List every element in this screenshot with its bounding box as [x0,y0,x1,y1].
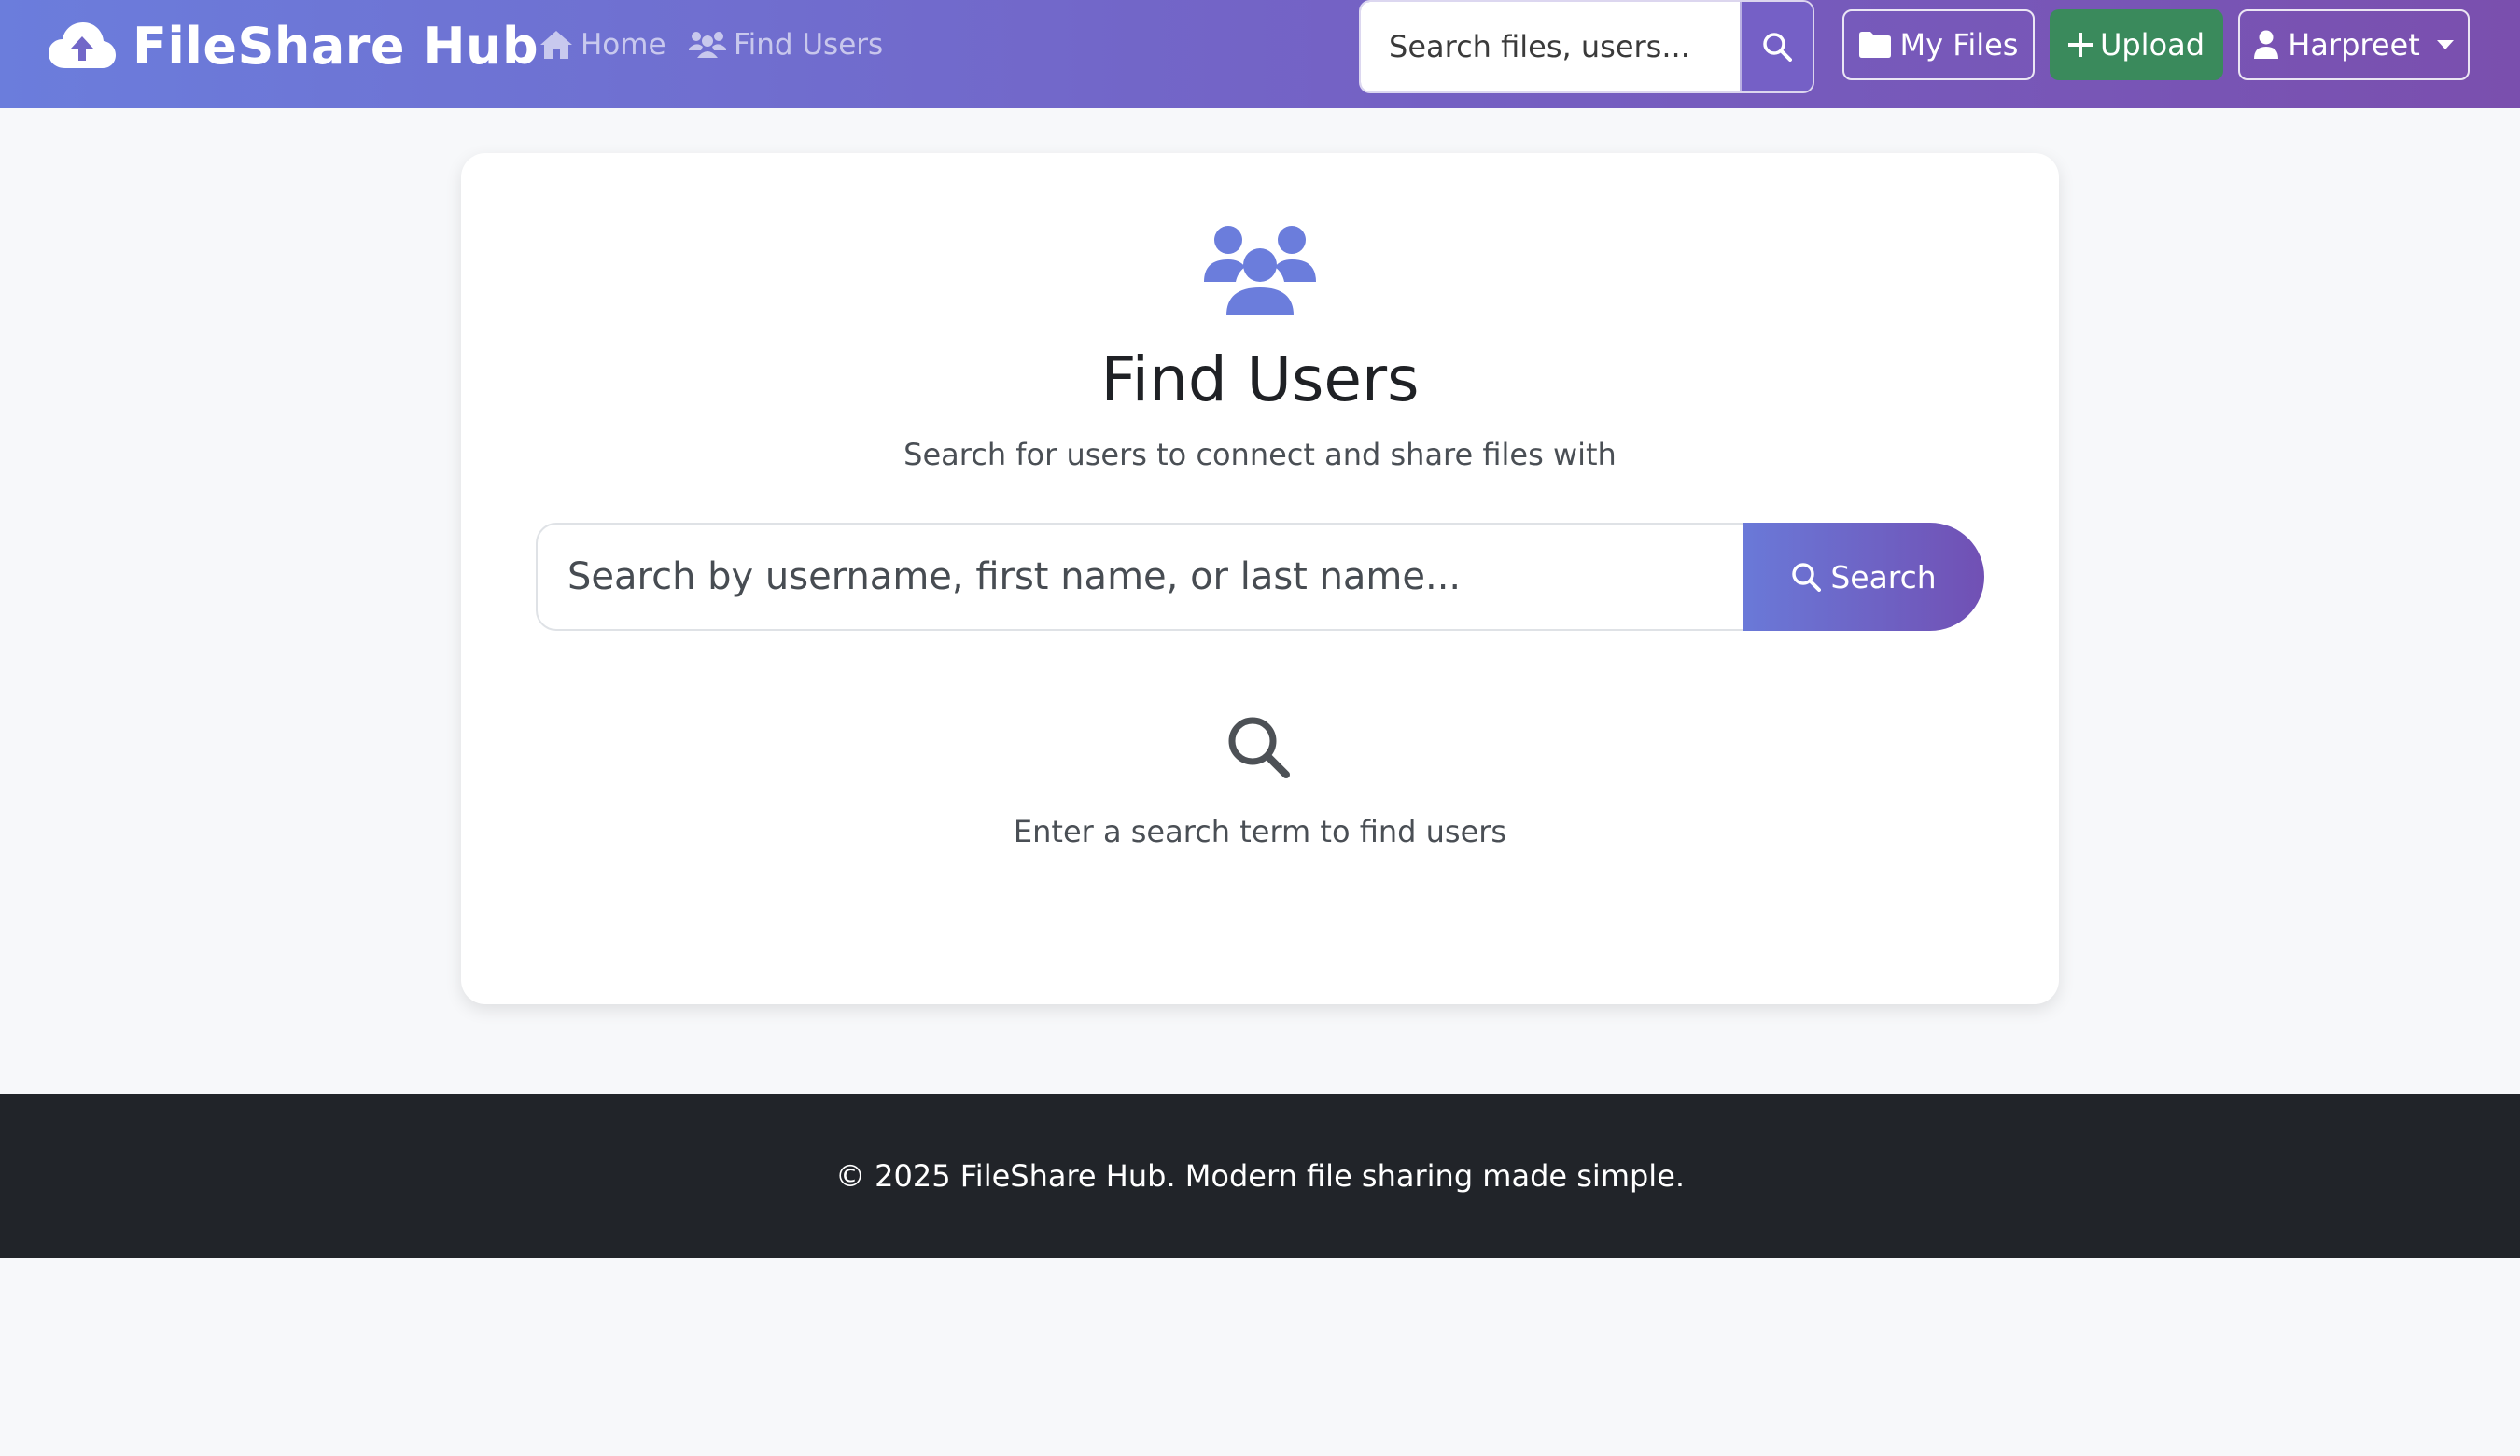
cloud-upload-icon [49,22,116,68]
nav-link-home[interactable]: Home [539,19,666,71]
upload-label: Upload [2099,27,2205,63]
footer: © 2025 FileShare Hub. Modern file sharin… [0,1094,2520,1258]
my-files-label: My Files [1899,27,2019,63]
footer-text: © 2025 FileShare Hub. Modern file sharin… [834,1158,1686,1194]
upload-button[interactable]: Upload [2050,9,2223,80]
empty-state-text: Enter a search term to find users [1013,814,1507,849]
navbar-search-button[interactable] [1740,2,1813,91]
user-search-button-label: Search [1830,558,1937,595]
users-group-icon [1204,226,1316,315]
nav-link-find-users[interactable]: Find Users [689,19,883,71]
search-icon [1792,563,1822,592]
user-search-form: Search [536,523,1984,631]
navbar-search-input[interactable] [1361,2,1740,91]
users-icon [689,32,726,58]
brand-title: FileShare Hub [133,16,539,76]
plus-icon [2067,33,2093,57]
nav-link-home-label: Home [581,28,666,62]
magnifier-icon [1228,717,1290,778]
folder-icon [1858,32,1891,58]
user-menu-button[interactable]: Harpreet [2238,9,2470,80]
page-subtitle: Search for users to connect and share fi… [903,437,1617,472]
user-icon [2254,30,2279,59]
my-files-button[interactable]: My Files [1842,9,2035,80]
page-title: Find Users [1100,343,1420,415]
chevron-down-icon [2436,40,2454,49]
user-menu-label: Harpreet [2288,27,2420,63]
user-search-input[interactable] [536,523,1743,631]
navbar: FileShare Hub Home Find Users Search fil… [0,0,2520,108]
search-icon [1763,33,1792,62]
brand[interactable]: FileShare Hub [49,11,539,80]
nav-link-find-users-label: Find Users [734,28,884,62]
user-search-button[interactable]: Search [1743,523,1984,631]
home-icon [540,31,572,59]
navbar-search [1359,0,1814,93]
